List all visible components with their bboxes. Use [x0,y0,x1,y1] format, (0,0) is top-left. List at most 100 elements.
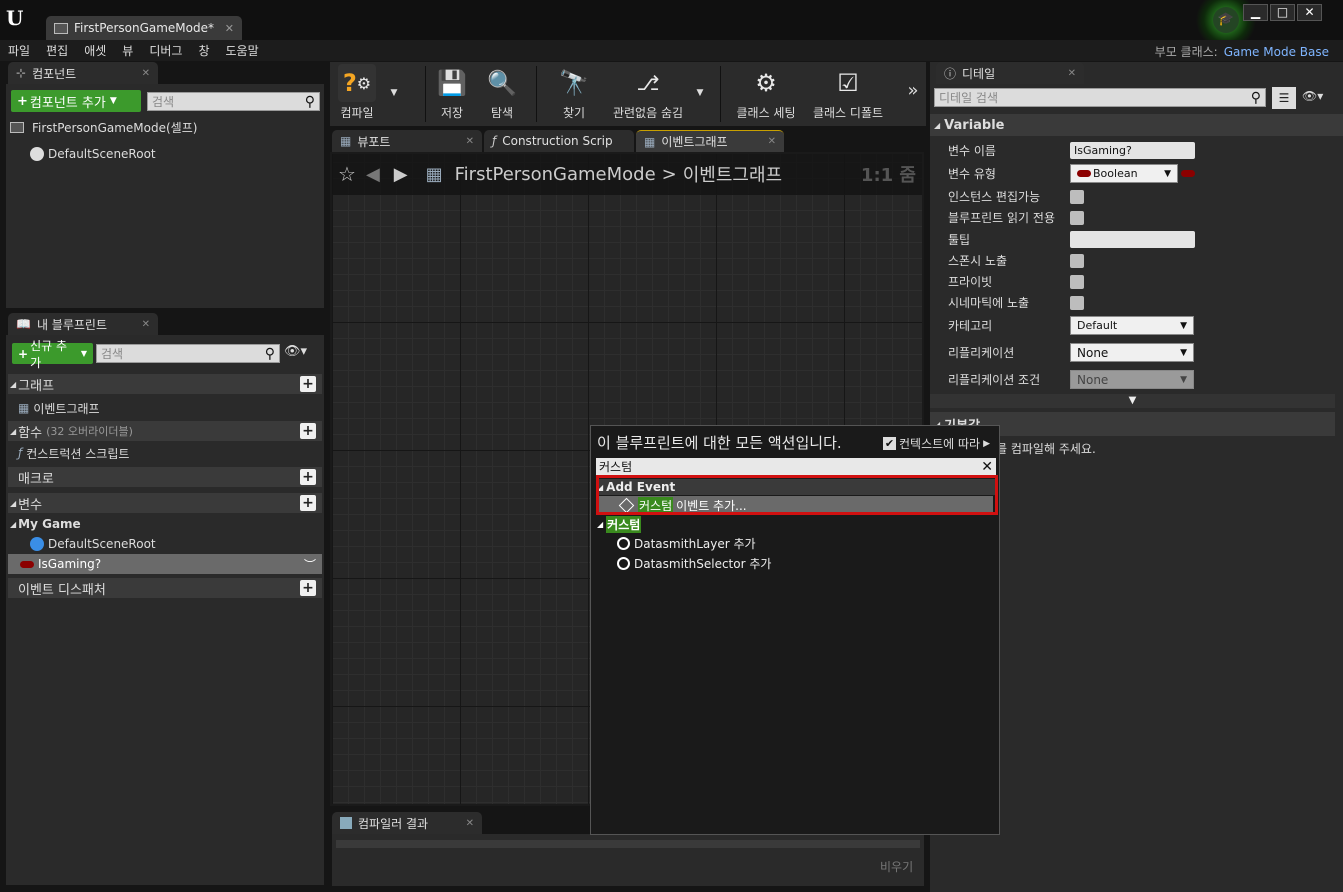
browse-button[interactable]: 🔍 탐색 [480,64,524,121]
eye-icon[interactable]: 👁▾ [1302,89,1323,103]
add-function-button[interactable]: + [300,423,316,439]
find-button[interactable]: 🔭 찾기 [552,64,596,121]
breadcrumb-root[interactable]: FirstPersonGameMode [455,164,656,185]
graph-icon: ▦ [644,134,656,149]
compile-gear-icon: ? ⚙ [338,64,376,102]
tab-details[interactable]: ⓘ 디테일 ✕ [936,62,1084,84]
close-icon[interactable]: ✕ [142,319,150,330]
menu-window[interactable]: 창 [198,42,209,59]
document-tab[interactable]: FirstPersonGameMode* ✕ [46,16,242,40]
variable-item-isgaming[interactable]: IsGaming? ︶ [8,554,322,574]
tab-my-blueprint[interactable]: 📖 내 블루프린트 ✕ [8,313,158,335]
clear-button[interactable]: 비우기 [880,858,913,875]
action-section-custom[interactable]: ◢ 커스텀 [597,516,642,533]
close-icon[interactable]: ✕ [225,22,234,35]
tab-event-graph[interactable]: ▦ 이벤트그래프 ✕ [636,130,784,152]
add-graph-button[interactable]: + [300,376,316,392]
hide-unrelated-dropdown[interactable]: ▼ [692,84,708,98]
variable-item-defaultsceneroot[interactable]: DefaultSceneRoot [30,535,156,553]
category-event-dispatchers[interactable]: 이벤트 디스패처 + [8,578,322,598]
menu-asset[interactable]: 애셋 [84,42,106,59]
breadcrumb-current: 이벤트그래프 [682,165,783,186]
close-icon[interactable]: ✕ [1068,68,1076,79]
add-macro-button[interactable]: + [300,469,316,485]
variable-type-select[interactable]: Boolean ▼ [1070,164,1178,183]
maximize-button[interactable]: □ [1270,4,1295,21]
expose-spawn-checkbox[interactable] [1070,253,1084,268]
close-window-button[interactable]: ✕ [1297,4,1322,21]
replication-select[interactable]: None ▼ [1070,343,1194,362]
category-macros[interactable]: 매크로 + [8,467,322,487]
unreal-logo-icon[interactable]: U [6,6,32,32]
tab-components[interactable]: ⊹ 컴포넌트 ✕ [8,62,158,84]
search-icon[interactable]: ⚲ [305,94,315,110]
tab-viewport[interactable]: ▦ 뷰포트 ✕ [332,130,482,152]
eye-icon[interactable]: 👁▾ [284,344,307,359]
scene-root-icon [30,147,44,161]
star-icon[interactable]: ☆ [338,162,356,186]
back-arrow-icon[interactable]: ◀ [366,164,380,185]
compile-options-dropdown[interactable]: ▼ [386,84,402,98]
tab-compiler-results[interactable]: 컴파일러 결과 ✕ [332,812,482,834]
menu-edit[interactable]: 편집 [46,42,68,59]
add-new-button[interactable]: + 신규 추가 ▼ [12,339,93,370]
my-blueprint-tab-label: 내 블루프린트 [36,317,108,332]
toolbar-overflow-button[interactable]: » [904,80,922,101]
menu-debug[interactable]: 디버그 [149,42,182,59]
container-type-icon[interactable] [1181,170,1195,177]
context-checkbox[interactable]: ✔ [883,437,896,450]
chevron-down-icon[interactable]: ︶ [304,556,316,573]
minimize-button[interactable]: ▁ [1243,4,1268,21]
add-component-button[interactable]: + 컴포넌트 추가 ▼ [11,90,141,112]
menu-help[interactable]: 도움말 [226,42,259,59]
menu-file[interactable]: 파일 [8,42,30,59]
variable-name-input[interactable]: IsGaming? [1070,142,1195,159]
bp-readonly-checkbox[interactable] [1070,210,1084,225]
tooltip-input[interactable] [1070,231,1195,248]
graduation-cap-icon[interactable]: 🎓 [1213,7,1239,33]
category-select[interactable]: Default ▼ [1070,316,1194,335]
my-blueprint-search-input[interactable]: 검색 ⚲ [96,344,280,363]
collapse-arrow-icon: ◢ [10,519,17,529]
save-button[interactable]: 💾 저장 [430,64,474,121]
tab-construction-script[interactable]: ƒ Construction Scrip [484,130,634,152]
close-icon[interactable]: ✕ [142,68,150,79]
search-icon[interactable]: ⚲ [1251,90,1261,106]
components-search-input[interactable]: 검색 ⚲ [147,92,320,111]
action-item-datasmith-selector[interactable]: DatasmithSelector 추가 [617,555,771,572]
collapse-arrow-icon: ◢ [10,379,17,389]
context-sensitive-toggle[interactable]: ✔ 컨텍스트에 따라 ▶ [883,435,990,452]
close-icon[interactable]: ✕ [466,818,474,829]
add-variable-button[interactable]: + [300,495,316,511]
forward-arrow-icon[interactable]: ▶ [394,164,408,185]
parent-class-link[interactable]: Game Mode Base [1224,45,1329,59]
variable-section-header[interactable]: ◢ Variable [930,114,1343,136]
variable-group-mygame[interactable]: ◢ My Game [8,515,81,533]
category-graphs[interactable]: ◢ 그래프 + [8,374,322,394]
component-root-item[interactable]: FirstPersonGameMode(셀프) [10,118,197,136]
function-item-construction[interactable]: ƒ 컨스트럭션 스크립트 [18,444,129,462]
menu-view[interactable]: 뷰 [122,42,133,59]
search-icon[interactable]: ⚲ [265,346,275,362]
action-item-datasmith-layer[interactable]: DatasmithLayer 추가 [617,535,756,552]
add-dispatcher-button[interactable]: + [300,580,316,596]
category-functions[interactable]: ◢ 함수 (32 오버라이더블) + [8,421,322,441]
close-icon[interactable]: ✕ [768,136,776,147]
close-icon[interactable]: ✕ [466,136,474,147]
action-search-input[interactable]: 커스텀 ✕ [596,458,996,475]
instance-editable-checkbox[interactable] [1070,189,1084,204]
compile-button[interactable]: ? ⚙ 컴파일 [334,64,380,121]
category-variables[interactable]: ◢ 변수 + [8,493,322,513]
class-settings-button[interactable]: ⚙ 클래스 세팅 [728,64,804,121]
private-checkbox[interactable] [1070,274,1084,289]
property-matrix-icon[interactable]: ☰ [1272,87,1296,109]
clear-search-icon[interactable]: ✕ [981,459,993,475]
expose-cinematic-checkbox[interactable] [1070,295,1084,310]
details-search-input[interactable]: 디테일 검색 ⚲ [934,88,1266,107]
hide-unrelated-button[interactable]: ⎇ 관련없음 숨김 [606,64,690,121]
settings-gear-icon: ⚙ [755,69,777,97]
class-defaults-button[interactable]: ☑ 클래스 디폴트 [806,64,890,121]
component-child-item[interactable]: DefaultSceneRoot [30,145,156,163]
advanced-expand-button[interactable]: ▼ [930,394,1335,408]
graph-item-eventgraph[interactable]: ▦ 이벤트그래프 [18,399,100,417]
